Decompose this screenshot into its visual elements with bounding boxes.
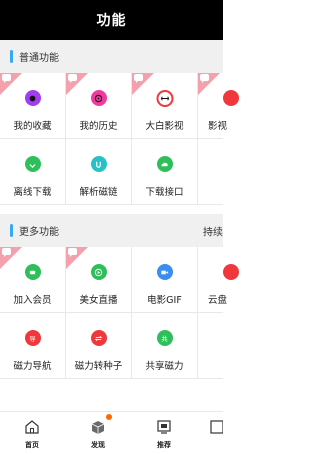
- parse-magnet-tile[interactable]: 解析磁链: [66, 139, 132, 205]
- chat-bubble-icon: [2, 74, 11, 81]
- dabai-video-tile[interactable]: 大白影视: [132, 73, 198, 139]
- section-accent-bar: [10, 224, 13, 237]
- section-title: 普通功能: [19, 49, 59, 64]
- tile-label: 电影GIF: [132, 292, 197, 306]
- member-icon: [25, 264, 41, 280]
- function-row: 我的收藏 我的历史 大白影视 影视: [0, 73, 223, 139]
- chat-bubble-icon: [68, 74, 77, 81]
- tile-label: 我的历史: [66, 118, 131, 132]
- tab-label: 首页: [8, 440, 56, 450]
- tile-label: 离线下载: [0, 184, 65, 198]
- tab-discover[interactable]: 发现: [74, 412, 122, 454]
- download-api-tile[interactable]: 下载接口: [132, 139, 198, 205]
- video-icon: [157, 264, 173, 280]
- film-icon: [156, 90, 173, 107]
- home-icon: [23, 418, 41, 436]
- tile-label: 云盘: [208, 292, 274, 306]
- favorites-tile[interactable]: 我的收藏: [0, 73, 66, 139]
- svg-text:导: 导: [29, 334, 35, 342]
- history-icon: [91, 90, 107, 106]
- tile-label: 解析磁链: [66, 184, 131, 198]
- live-stream-tile[interactable]: 美女直播: [66, 247, 132, 313]
- tab-recommend[interactable]: 推荐: [140, 412, 188, 454]
- chat-bubble-icon: [68, 248, 77, 255]
- notification-dot: [106, 414, 112, 420]
- cloud-icon: [157, 156, 173, 172]
- tile-label: 我的收藏: [0, 118, 65, 132]
- share-icon: 共: [157, 330, 173, 346]
- section-header-normal: 普通功能: [0, 40, 223, 73]
- chat-bubble-icon: [2, 248, 11, 255]
- magnet-to-torrent-tile[interactable]: 磁力转种子: [66, 313, 132, 379]
- tile-label: 共享磁力: [132, 358, 197, 372]
- history-tile[interactable]: 我的历史: [66, 73, 132, 139]
- offline-download-tile[interactable]: 离线下载: [0, 139, 66, 205]
- tab-label: 发现: [74, 440, 122, 450]
- cloud-drive-icon: [223, 264, 239, 280]
- convert-icon: [91, 330, 107, 346]
- movie-icon: [223, 90, 239, 106]
- tab-label: 推荐: [140, 440, 188, 450]
- tile-label: 磁力转种子: [66, 358, 131, 372]
- section-right-text: 持续: [203, 223, 223, 238]
- tab-home[interactable]: 首页: [8, 412, 56, 454]
- empty-tile: [198, 139, 264, 205]
- tile-label: 下载接口: [132, 184, 197, 198]
- top-bar: 功能: [0, 0, 223, 40]
- discover-icon: [89, 418, 107, 436]
- empty-tile: [198, 313, 264, 379]
- function-row: 加入会员 美女直播 电影GIF 云盘: [0, 247, 223, 313]
- join-member-tile[interactable]: 加入会员: [0, 247, 66, 313]
- page-title: 功能: [97, 10, 127, 30]
- tile-label: 美女直播: [66, 292, 131, 306]
- section-spacer: [0, 205, 223, 214]
- chat-bubble-icon: [200, 74, 209, 81]
- play-icon: [91, 264, 107, 280]
- download-icon: [25, 156, 41, 172]
- cloud-drive-tile[interactable]: 云盘: [198, 247, 264, 313]
- recommend-icon: [155, 418, 173, 436]
- tab-more[interactable]: [206, 412, 223, 454]
- movies-tile[interactable]: 影视: [198, 73, 264, 139]
- more-icon: [208, 418, 223, 436]
- navigation-icon: 导: [25, 330, 41, 346]
- svg-text:共: 共: [161, 334, 168, 343]
- function-row: 离线下载 解析磁链 下载接口: [0, 139, 223, 205]
- bookmark-icon: [25, 90, 41, 106]
- section-accent-bar: [10, 50, 13, 63]
- tile-label: 磁力导航: [0, 358, 65, 372]
- section-header-more: 更多功能 持续: [0, 214, 223, 247]
- tile-label: 影视: [208, 118, 274, 132]
- magnet-nav-tile[interactable]: 导 磁力导航: [0, 313, 66, 379]
- tile-label: 大白影视: [132, 118, 197, 132]
- bottom-tab-bar: 首页 发现 推荐: [0, 411, 223, 453]
- magnet-icon: [91, 156, 107, 172]
- tile-label: 加入会员: [0, 292, 65, 306]
- chat-bubble-icon: [134, 74, 143, 81]
- function-row: 导 磁力导航 磁力转种子 共 共享磁力: [0, 313, 223, 379]
- section-title: 更多功能: [19, 223, 59, 238]
- movie-gif-tile[interactable]: 电影GIF: [132, 247, 198, 313]
- share-magnet-tile[interactable]: 共 共享磁力: [132, 313, 198, 379]
